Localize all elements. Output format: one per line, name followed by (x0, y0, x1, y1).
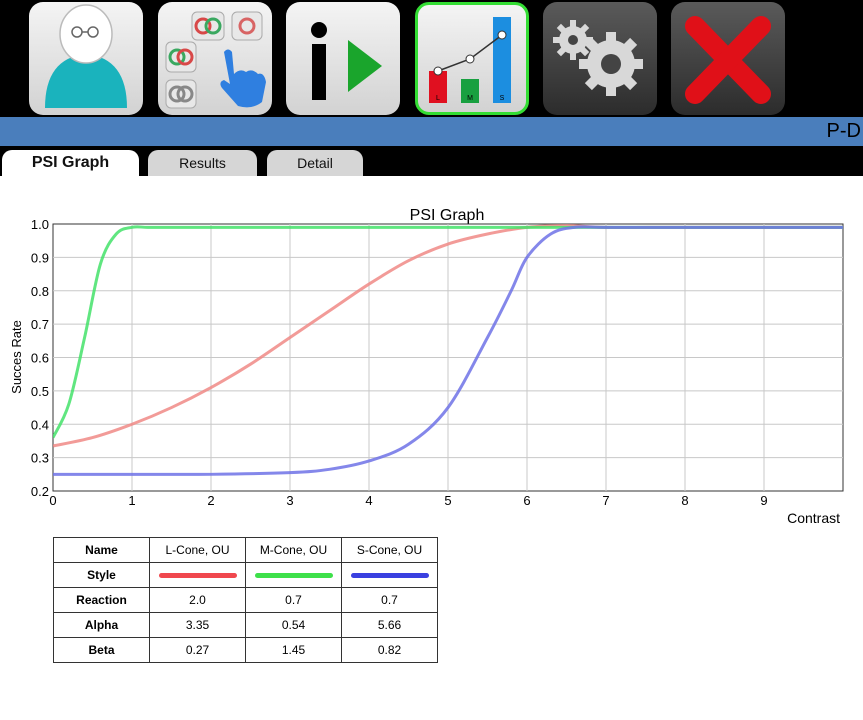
table-cell: 1.45 (245, 637, 342, 663)
y-tick-label: 0.7 (31, 317, 49, 332)
patient-button[interactable] (29, 2, 143, 115)
bar-graph-icon: L M S (429, 17, 511, 103)
l-cone-style-cell (149, 562, 246, 588)
graph-icon-m-label: M (467, 95, 473, 102)
y-tick-label: 0.6 (31, 351, 49, 366)
graph-icon-l-label: L (436, 95, 440, 102)
table-header-cell: L-Cone, OU (149, 537, 246, 563)
info-play-button[interactable] (286, 2, 400, 115)
table-header-cell: S-Cone, OU (341, 537, 438, 563)
chart-y-axis-label: Succes Rate (9, 320, 24, 394)
test-select-button[interactable] (158, 2, 272, 115)
m-cone-style-swatch (254, 573, 333, 579)
info-play-icon (311, 22, 382, 100)
psi-chart: 0 1 2 3 4 5 6 7 8 9 0.2 0.3 0.4 0.5 0.6 0.7 0.8 0.9 1.0 PSI… (9, 207, 844, 526)
m-cone-style-cell (245, 562, 342, 588)
x-tick-label: 0 (49, 493, 56, 508)
table-header-cell: Name (53, 537, 150, 563)
table-row: Alpha 3.35 0.54 5.66 (53, 612, 438, 638)
x-tick-label: 8 (681, 493, 688, 508)
graph-button[interactable]: L M S (415, 2, 529, 115)
s-cone-style-cell (341, 562, 438, 588)
parameters-table: Name L-Cone, OU M-Cone, OU S-Cone, OU St… (53, 537, 438, 663)
y-tick-label: 1.0 (31, 217, 49, 232)
table-cell: 0.54 (245, 612, 342, 638)
y-tick-label: 0.8 (31, 284, 49, 299)
test-select-icon (165, 11, 266, 109)
s-cone-style-swatch (350, 573, 429, 579)
x-tick-label: 4 (365, 493, 372, 508)
chart-x-axis-label: Contrast (787, 510, 840, 526)
toolbar: L M S (0, 0, 863, 117)
table-cell: 3.35 (149, 612, 246, 638)
patient-icon (45, 4, 127, 108)
settings-button[interactable] (543, 2, 657, 115)
l-cone-style-swatch (158, 573, 237, 579)
y-tick-label: 0.9 (31, 250, 49, 265)
table-row-label: Style (53, 562, 150, 588)
table-cell: 0.27 (149, 637, 246, 663)
table-header-row: Name L-Cone, OU M-Cone, OU S-Cone, OU (53, 537, 438, 563)
chart-title: PSI Graph (410, 207, 485, 224)
y-tick-label: 0.2 (31, 484, 49, 499)
graph-panel: 0 1 2 3 4 5 6 7 8 9 0.2 0.3 0.4 0.5 0.6 0.7 0.8 0.9 1.0 PSI… (0, 176, 863, 720)
tab-detail[interactable]: Detail (267, 150, 363, 176)
tab-bar: PSI Graph Results Detail (0, 146, 863, 176)
table-row-label: Alpha (53, 612, 150, 638)
table-row-label: Reaction (53, 587, 150, 613)
x-tick-label: 6 (523, 493, 530, 508)
table-header-cell: M-Cone, OU (245, 537, 342, 563)
header-bar-text: P-D (826, 120, 861, 142)
header-bar: P-D (0, 117, 863, 146)
x-tick-label: 9 (760, 493, 767, 508)
x-tick-label: 3 (286, 493, 293, 508)
table-row: Reaction 2.0 0.7 0.7 (53, 587, 438, 613)
close-button[interactable] (671, 2, 785, 115)
tab-results[interactable]: Results (148, 150, 257, 176)
gears-icon (553, 20, 643, 96)
table-row: Beta 0.27 1.45 0.82 (53, 637, 438, 663)
x-tick-label: 1 (128, 493, 135, 508)
table-cell: 0.82 (341, 637, 438, 663)
y-tick-label: 0.4 (31, 417, 49, 432)
x-tick-label: 5 (444, 493, 451, 508)
tab-psi-graph[interactable]: PSI Graph (2, 150, 139, 176)
x-tick-label: 2 (207, 493, 214, 508)
y-tick-label: 0.5 (31, 384, 49, 399)
table-row-label: Beta (53, 637, 150, 663)
table-style-row: Style (53, 562, 438, 588)
graph-icon-s-label: S (500, 95, 505, 102)
x-tick-label: 7 (602, 493, 609, 508)
close-icon (685, 16, 771, 104)
y-tick-label: 0.3 (31, 451, 49, 466)
table-cell: 0.7 (341, 587, 438, 613)
table-cell: 0.7 (245, 587, 342, 613)
table-cell: 2.0 (149, 587, 246, 613)
table-cell: 5.66 (341, 612, 438, 638)
